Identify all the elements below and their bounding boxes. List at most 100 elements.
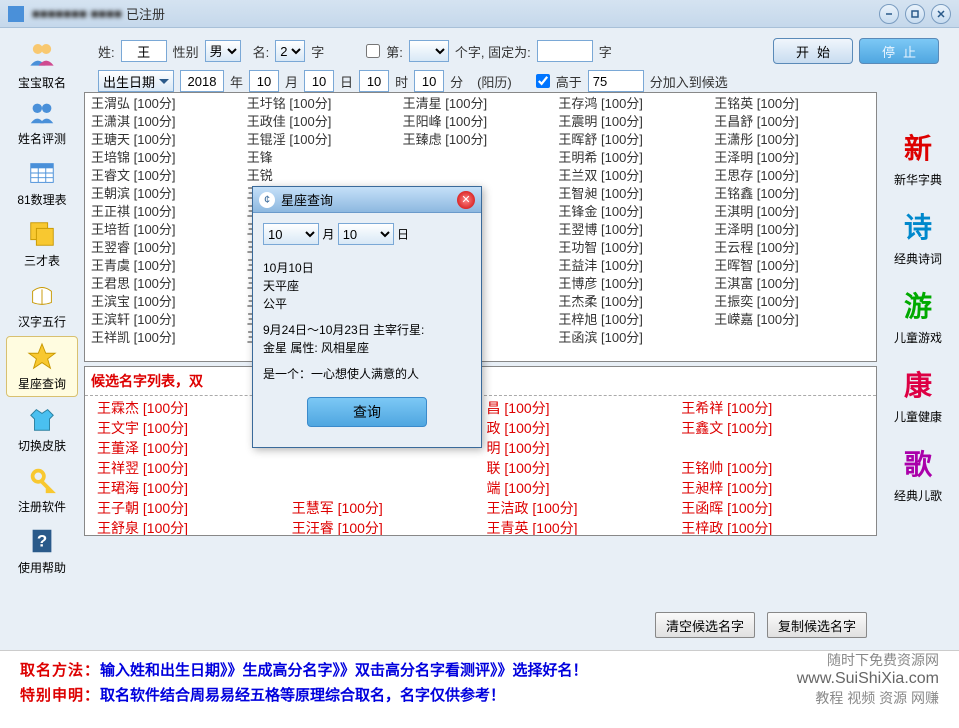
name-cell[interactable]: 王函滨 [100分] [558,329,714,347]
candidate-cell[interactable] [675,438,870,458]
name-cell[interactable]: 王潇彤 [100分] [714,131,870,149]
name-cell[interactable]: 王锋 [247,149,403,167]
candidate-cell[interactable] [286,458,481,478]
name-cell[interactable]: 王朝滨 [100分] [91,185,247,203]
nav-sancai[interactable]: 三才表 [6,214,78,273]
name-cell[interactable] [714,329,870,347]
nav-register[interactable]: 注册软件 [6,460,78,519]
candidate-cell[interactable]: 政 [100分] [481,418,676,438]
rnav-erge[interactable]: 歌经典儿歌 [883,443,953,504]
name-cell[interactable]: 王瑭天 [100分] [91,131,247,149]
name-cell[interactable]: 王梓旭 [100分] [558,311,714,329]
name-cell[interactable]: 王昌舒 [100分] [714,113,870,131]
name-cell[interactable]: 王思存 [100分] [714,167,870,185]
month-input[interactable] [249,70,279,92]
candidate-cell[interactable]: 王子朝 [100分] [91,498,286,518]
name-cell[interactable]: 王圩铭 [100分] [247,95,403,113]
rnav-shici[interactable]: 诗经典诗词 [883,206,953,267]
name-cell[interactable]: 王滨宝 [100分] [91,293,247,311]
name-cell[interactable]: 王兰双 [100分] [558,167,714,185]
name-cell[interactable]: 王祥凯 [100分] [91,329,247,347]
name-cell[interactable]: 王锟淫 [100分] [247,131,403,149]
nth-checkbox[interactable] [366,44,380,58]
name-cell[interactable]: 王锋金 [100分] [558,203,714,221]
candidate-cell[interactable]: 王青英 [100分] [481,518,676,536]
candidate-cell[interactable]: 王希祥 [100分] [675,398,870,418]
nth-select[interactable] [409,40,449,62]
name-count-select[interactable]: 2 [275,40,305,62]
name-cell[interactable]: 王杰柔 [100分] [558,293,714,311]
surname-input[interactable] [121,40,167,62]
rnav-jiankang[interactable]: 康儿童健康 [883,364,953,425]
candidate-cell[interactable]: 明 [100分] [481,438,676,458]
nav-hanzi-wuxing[interactable]: 汉字五行 [6,275,78,334]
candidate-cell[interactable]: 联 [100分] [481,458,676,478]
start-button[interactable]: 开始 [773,38,853,64]
name-cell[interactable]: 王睿文 [100分] [91,167,247,185]
name-cell[interactable]: 王滨轩 [100分] [91,311,247,329]
minimize-button[interactable] [879,4,899,24]
clear-candidates-button[interactable]: 清空候选名字 [655,612,755,638]
name-cell[interactable]: 王淇富 [100分] [714,275,870,293]
name-cell[interactable]: 王功智 [100分] [558,239,714,257]
stop-button[interactable]: 停止 [859,38,939,64]
nav-baby-name[interactable]: 宝宝取名 [6,36,78,91]
name-cell[interactable] [403,149,559,167]
gender-select[interactable]: 男 [205,40,241,62]
name-cell[interactable]: 王翌睿 [100分] [91,239,247,257]
name-cell[interactable]: 王明希 [100分] [558,149,714,167]
dialog-close-button[interactable]: ✕ [457,191,475,209]
name-cell[interactable]: 王正祺 [100分] [91,203,247,221]
minute-input[interactable] [414,70,444,92]
candidate-cell[interactable] [286,478,481,498]
rnav-xinhua[interactable]: 新新华字典 [883,127,953,188]
name-cell[interactable]: 王振奕 [100分] [714,293,870,311]
name-cell[interactable]: 王晖智 [100分] [714,257,870,275]
dialog-day-select[interactable]: 10 [338,223,394,245]
name-cell[interactable]: 王益沣 [100分] [558,257,714,275]
candidate-cell[interactable]: 王祥翌 [100分] [91,458,286,478]
name-cell[interactable]: 王清星 [100分] [403,95,559,113]
candidate-cell[interactable]: 王梓政 [100分] [675,518,870,536]
name-cell[interactable]: 王泽明 [100分] [714,221,870,239]
day-input[interactable] [304,70,334,92]
dialog-titlebar[interactable]: ¢ 星座查询 ✕ [253,187,481,213]
nav-xingzuo[interactable]: 星座查询 [6,336,78,397]
candidate-cell[interactable]: 王铭帅 [100分] [675,458,870,478]
candidate-cell[interactable]: 王汪睿 [100分] [286,518,481,536]
name-cell[interactable]: 王臻虑 [100分] [403,131,559,149]
name-cell[interactable]: 王培哲 [100分] [91,221,247,239]
year-input[interactable] [180,70,224,92]
name-cell[interactable]: 王锐 [247,167,403,185]
name-cell[interactable]: 王翌博 [100分] [558,221,714,239]
name-cell[interactable]: 王君思 [100分] [91,275,247,293]
candidate-cell[interactable]: 王洁政 [100分] [481,498,676,518]
candidate-cell[interactable]: 王舒泉 [100分] [91,518,286,536]
candidate-cell[interactable]: 王慧军 [100分] [286,498,481,518]
name-cell[interactable]: 王智昶 [100分] [558,185,714,203]
name-cell[interactable]: 王云程 [100分] [714,239,870,257]
name-cell[interactable]: 王淇明 [100分] [714,203,870,221]
birthdate-dropdown[interactable]: 出生日期 [98,70,174,92]
name-cell[interactable]: 王存鸿 [100分] [558,95,714,113]
name-cell[interactable]: 王潇淇 [100分] [91,113,247,131]
name-cell[interactable]: 王青虞 [100分] [91,257,247,275]
name-cell[interactable]: 王培锦 [100分] [91,149,247,167]
nav-help[interactable]: ?使用帮助 [6,521,78,580]
name-cell[interactable]: 王铭鑫 [100分] [714,185,870,203]
hour-input[interactable] [359,70,389,92]
nav-name-eval[interactable]: 姓名评测 [6,92,78,151]
higher-than-checkbox[interactable] [536,74,550,88]
name-cell[interactable]: 王晖舒 [100分] [558,131,714,149]
candidate-cell[interactable]: 昌 [100分] [481,398,676,418]
candidate-cell[interactable]: 王鑫文 [100分] [675,418,870,438]
dialog-month-select[interactable]: 10 [263,223,319,245]
fixed-char-input[interactable] [537,40,593,62]
copy-candidates-button[interactable]: 复制候选名字 [767,612,867,638]
name-cell[interactable] [403,167,559,185]
name-cell[interactable]: 王震明 [100分] [558,113,714,131]
nav-skin[interactable]: 切换皮肤 [6,399,78,458]
nav-81-table[interactable]: 81数理表 [6,153,78,212]
name-cell[interactable]: 王博彦 [100分] [558,275,714,293]
close-button[interactable] [931,4,951,24]
